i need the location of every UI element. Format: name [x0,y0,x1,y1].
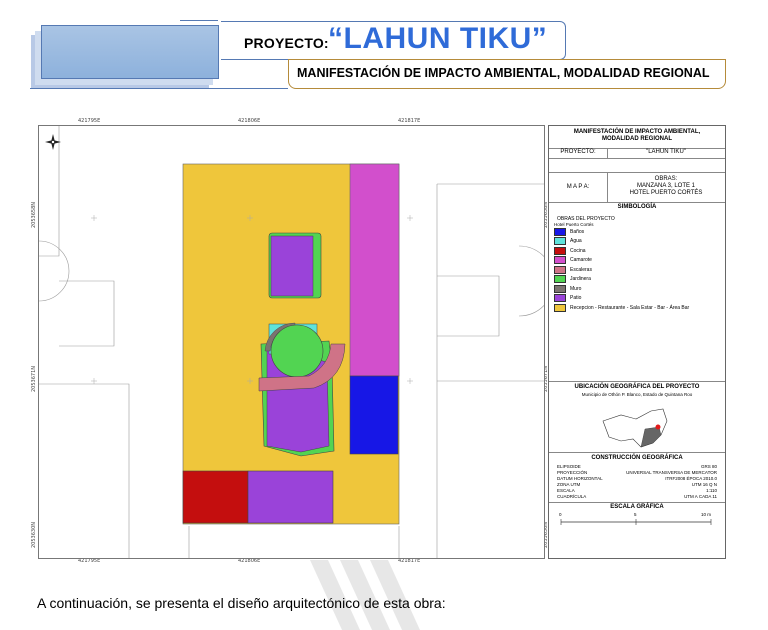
legend-swatch [554,303,566,312]
legend-swatch [554,227,566,236]
geo-key: CUADRÍCULA [557,494,587,499]
legend-label: Jardinera [570,276,591,282]
panel-proyecto-label: PROYECTO: [549,149,608,158]
legend-item: Agua [554,237,582,245]
coord-top-1: 421795E [78,118,101,124]
geo-value: ITRF2008 ÉPOCA 2010.0 [665,476,717,481]
scale-label-0: 0 [559,512,562,517]
geo-value: UTM A CADA 11 [684,494,717,499]
panel-mapa-label: M A P A: [566,184,590,190]
panel-mapa-row: M A P A: OBRAS: MANZANA 3, LOTE 1 HOTEL … [549,172,725,203]
legend-label: Muro [570,285,582,292]
header-project-label: PROYECTO: [244,35,329,51]
zone-patio-top [270,235,314,297]
geo-value: UTM 16 Q N [691,482,717,487]
zone-banos [349,375,399,455]
legend-label: Agua [570,238,582,244]
legend-item: Camarote [554,256,592,264]
zone-jardinera-circle [270,324,324,378]
simbologia-title: SIMBOLOGÍA [617,204,657,210]
zone-cocina [182,470,249,524]
header-blue-banner [41,25,219,79]
legend-swatch [554,275,566,283]
geo-value: GRS 80 [700,464,717,469]
geo-row: PROYECCIÓN UNIVERSAL TRANSVERSA DE MERCAT… [557,470,717,475]
coord-top-3: 421817E [398,118,421,124]
header-subtitle: MANIFESTACIÓN DE IMPACTO AMBIENTAL, MODA… [297,66,710,80]
geo-key: PROYECCIÓN [557,470,588,475]
legend-swatch [554,246,566,255]
legend-swatch [554,294,566,302]
body-paragraph: A continuación, se presenta el diseño ar… [37,595,446,611]
legend-panel: MANIFESTACIÓN DE IMPACTO AMBIENTAL, MODA… [548,125,726,559]
geo-key: ESCALA [557,488,575,493]
header-project-name: “LAHUN TIKU” [328,22,548,55]
panel-proyecto-value: "LAHUN TIKU" [646,149,686,155]
coord-left-3: 2053630N [31,521,37,548]
legend-label: Patio [570,295,582,301]
geo-key: ZONA UTM [557,482,581,487]
panel-title-1: MANIFESTACIÓN DE IMPACTO AMBIENTAL, [573,129,701,135]
site-plan-drawing [38,126,555,558]
geo-row: DATUM HORIZONTAL ITRF2008 ÉPOCA 2010.0 [557,476,717,481]
geo-value: UNIVERSAL TRANSVERSA DE MERCATOR [626,470,717,475]
panel-title-2: MODALIDAD REGIONAL [602,136,672,142]
legend-item: Recepcion - Restaurante - Sala Estar - B… [554,303,690,312]
geo-value: 1:110 [706,488,717,493]
legend-item: Escaleras [554,265,592,274]
coord-left-1: 2053658N [31,201,37,228]
scale-bar [560,519,712,525]
geo-row: ELIPSOIDE GRS 80 [557,464,717,469]
legend-label: Recepcion - Restaurante - Sala Estar - B… [570,304,690,311]
geo-row: ZONA UTM UTM 16 Q N [557,482,717,487]
geo-row: ESCALA 1:110 [557,488,717,493]
north-arrow-icon [45,134,61,150]
panel-obras: OBRAS: MANZANA 3, LOTE 1 HOTEL PUERTO CO… [629,176,703,196]
site-map [38,125,555,559]
coord-left-2: 2053671N [31,365,37,392]
legend-item: Patio [554,294,582,302]
legend-label: Baños [570,228,585,235]
ubicacion-title: UBICACIÓN GEOGRÁFICA DEL PROYECTO [574,384,700,390]
legend-swatch [554,284,566,293]
zone-camarote [349,163,400,377]
legend-label: Camarote [570,257,592,263]
panel-blank-row [549,158,725,173]
geo-key: ELIPSOIDE [557,464,581,469]
construccion-title: CONSTRUCCIÓN GEOGRÁFICA [591,455,683,461]
legend-swatch [554,237,566,245]
legend-label: Cocina [570,247,586,254]
header-rule [180,20,218,21]
legend-label: Escaleras [570,266,592,273]
legend-item: Muro [554,284,582,293]
scale-label-10: 10 m [701,512,712,517]
zone-patio-bottom [247,470,334,524]
header-rule-bottom [30,88,288,89]
legend-swatch [554,256,566,264]
legend-item: Jardinera [554,275,591,283]
panel-title-row: MANIFESTACIÓN DE IMPACTO AMBIENTAL, MODA… [549,126,725,149]
legend-item: Baños [554,227,585,236]
coord-top-2: 421806E [238,118,261,124]
scale-label-5: 5 [634,512,637,517]
legend-item: Cocina [554,246,586,255]
geo-row: CUADRÍCULA UTM A CADA 11 [557,494,717,499]
ubicacion-sub: Municipio de Othón P. Blanco, Estado de … [581,392,693,397]
location-map-icon [602,408,668,448]
legend-swatch [554,265,566,274]
legend-hotel-sub: Hotel Puerto Cortés [554,222,594,227]
geo-key: DATUM HORIZONTAL [557,476,603,481]
